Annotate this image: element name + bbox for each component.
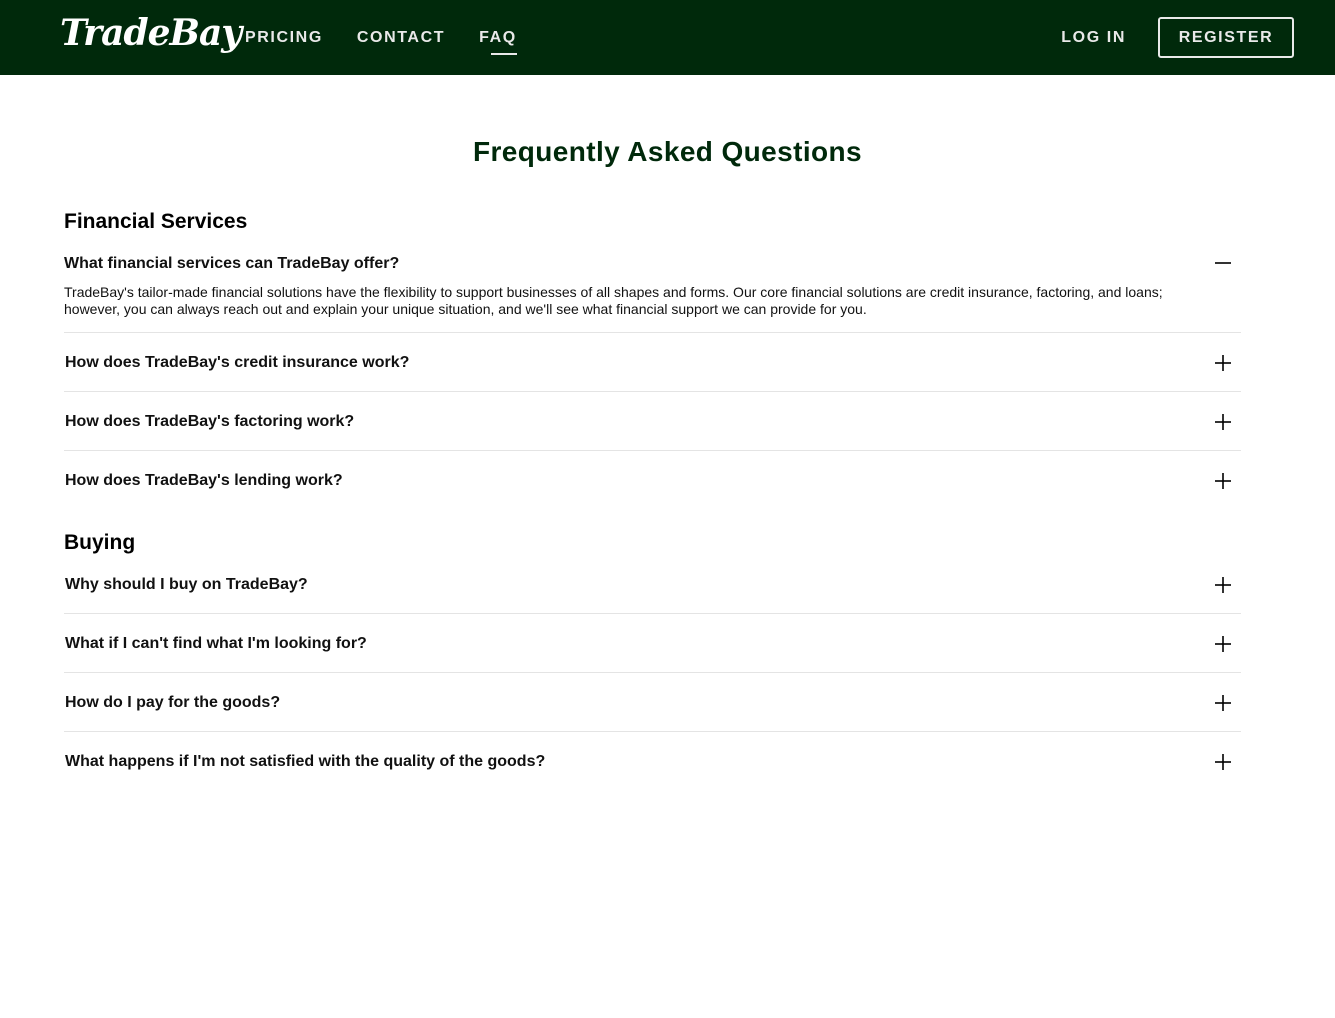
faq-item-why-buy[interactable]: Why should I buy on TradeBay? [64, 559, 1241, 614]
faq-answer: TradeBay's tailor-made financial solutio… [64, 284, 1163, 317]
faq-item-credit-insurance[interactable]: How does TradeBay's credit insurance wor… [64, 333, 1241, 392]
faq-question: How do I pay for the goods? [65, 694, 281, 711]
login-link[interactable]: LOG IN [1061, 29, 1126, 47]
nav-link-pricing[interactable]: PRICING [245, 29, 323, 47]
tradebay-logo[interactable]: TradeBay [60, 12, 242, 54]
nav-link-contact[interactable]: CONTACT [357, 29, 445, 47]
minus-icon[interactable] [1215, 255, 1231, 271]
faq-question: What if I can't find what I'm looking fo… [65, 635, 367, 652]
nav-link-faq[interactable]: FAQ [479, 29, 517, 55]
faq-question: How does TradeBay's credit insurance wor… [65, 354, 410, 371]
faq-question: What happens if I'm not satisfied with t… [65, 753, 546, 770]
faq-item-factoring[interactable]: How does TradeBay's factoring work? [64, 392, 1241, 451]
plus-icon[interactable] [1215, 414, 1231, 430]
register-button[interactable]: REGISTER [1158, 17, 1294, 58]
faq-section-financial-services: Financial Services What financial servic… [64, 206, 1241, 510]
plus-icon[interactable] [1215, 754, 1231, 770]
auth-actions: LOG IN REGISTER [1061, 17, 1294, 58]
plus-icon[interactable] [1215, 636, 1231, 652]
section-title: Financial Services [64, 210, 248, 233]
faq-section-buying: Buying Why should I buy on TradeBay? Wha… [64, 527, 1241, 791]
faq-item-not-satisfied[interactable]: What happens if I'm not satisfied with t… [64, 732, 1241, 791]
faq-question: How does TradeBay's factoring work? [65, 413, 355, 430]
section-title: Buying [64, 531, 136, 554]
faq-item-lending[interactable]: How does TradeBay's lending work? [64, 451, 1241, 510]
faq-question: What financial services can TradeBay off… [64, 255, 400, 272]
plus-icon[interactable] [1215, 695, 1231, 711]
page-title: Frequently Asked Questions [472, 136, 862, 167]
plus-icon[interactable] [1215, 355, 1231, 371]
faq-question: How does TradeBay's lending work? [65, 472, 343, 489]
plus-icon[interactable] [1215, 577, 1231, 593]
main-nav: PRICING CONTACT FAQ [245, 0, 551, 75]
faq-item-cant-find[interactable]: What if I can't find what I'm looking fo… [64, 614, 1241, 673]
top-navbar: TradeBay PRICING CONTACT FAQ LOG IN REGI… [0, 0, 1335, 75]
plus-icon[interactable] [1215, 473, 1231, 489]
faq-item-how-pay[interactable]: How do I pay for the goods? [64, 673, 1241, 732]
faq-question: Why should I buy on TradeBay? [65, 576, 308, 593]
faq-item-financial-services-offer[interactable]: What financial services can TradeBay off… [64, 238, 1241, 333]
